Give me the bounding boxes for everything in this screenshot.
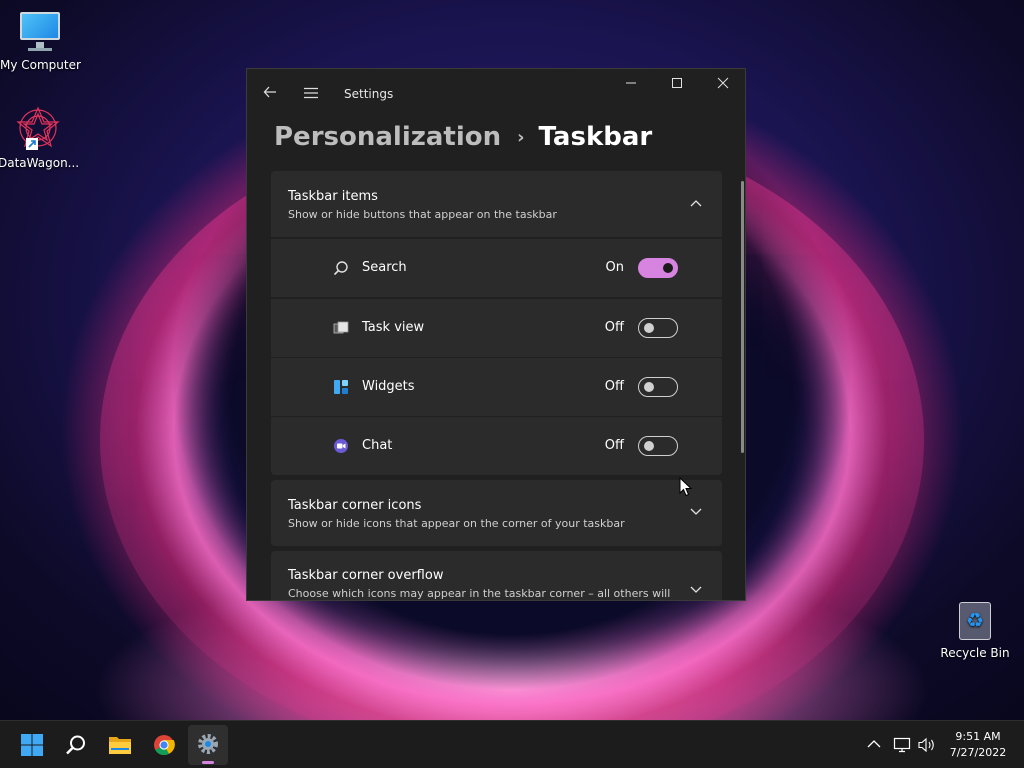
card-title: Taskbar corner overflow [288, 568, 444, 583]
network-button[interactable] [890, 721, 914, 768]
setting-row-search: Search On [271, 239, 722, 297]
page-title: Taskbar [538, 122, 653, 152]
taskbar-corner-overflow-card[interactable]: Taskbar corner overflow Choose which ico… [271, 551, 722, 600]
card-subtitle: Show or hide icons that appear on the co… [288, 517, 625, 530]
desktop-icon-recycle-bin[interactable]: ♻ Recycle Bin [935, 598, 1015, 660]
settings-taskbar-button[interactable] [188, 725, 228, 765]
network-icon [893, 737, 911, 753]
back-button[interactable] [255, 79, 285, 109]
chat-icon [333, 438, 349, 454]
clock-time: 9:51 AM [955, 730, 1001, 743]
app-title: Settings [344, 87, 394, 101]
back-arrow-icon [263, 86, 276, 98]
desktop-icon-label: DataWagon... [0, 156, 80, 170]
widgets-toggle[interactable] [638, 377, 678, 397]
recycle-bin-icon: ♻ [955, 598, 995, 642]
chrome-button[interactable] [144, 725, 184, 765]
computer-icon [18, 10, 62, 54]
desktop-icon-label: My Computer [0, 58, 81, 72]
chevron-down-icon[interactable] [688, 583, 704, 599]
clock[interactable]: 9:51 AM 7/27/2022 [940, 729, 1016, 761]
toggle-state-label: On [605, 260, 624, 275]
card-subtitle: Choose which icons may appear in the tas… [288, 587, 671, 600]
setting-row-widgets: Widgets Off [271, 358, 722, 416]
task-view-toggle[interactable] [638, 318, 678, 338]
chevron-up-icon [867, 740, 881, 748]
breadcrumb: Personalization › Taskbar [274, 117, 652, 157]
hamburger-icon [304, 87, 318, 99]
start-icon [21, 734, 43, 756]
toggle-state-label: Off [604, 320, 624, 335]
close-button[interactable] [700, 69, 745, 101]
menu-button[interactable] [296, 79, 326, 109]
close-icon [717, 77, 729, 89]
row-label: Widgets [362, 379, 415, 394]
desktop-icon-my-computer[interactable]: My Computer [0, 10, 81, 72]
file-explorer-button[interactable] [100, 725, 140, 765]
clock-date: 7/27/2022 [949, 746, 1007, 759]
taskbar-items-header[interactable]: Taskbar items Show or hide buttons that … [271, 171, 722, 237]
search-icon [66, 735, 85, 755]
settings-icon [198, 734, 218, 754]
toggle-state-label: Off [604, 438, 624, 453]
card-subtitle: Show or hide buttons that appear on the … [288, 208, 557, 221]
widgets-icon [333, 379, 349, 395]
breadcrumb-personalization[interactable]: Personalization [274, 122, 501, 152]
card-title: Taskbar items [288, 189, 378, 204]
search-icon [333, 260, 349, 276]
mouse-cursor-icon [679, 477, 693, 497]
setting-row-chat: Chat Off [271, 417, 722, 475]
row-label: Chat [362, 438, 393, 453]
chevron-down-icon[interactable] [688, 505, 704, 521]
chrome-icon [154, 735, 175, 756]
minimize-icon [626, 82, 636, 84]
show-hidden-icons-button[interactable] [862, 721, 886, 768]
taskbar: 9:51 AM 7/27/2022 [0, 720, 1024, 768]
settings-window: Settings Personalization › Taskbar Taskb… [246, 68, 746, 601]
title-bar: Settings [247, 69, 745, 119]
desktop-icon-datawagon[interactable]: DataWagon... [0, 104, 80, 170]
taskbar-corner-icons-card[interactable]: Taskbar corner icons Show or hide icons … [271, 480, 722, 546]
desktop-icon-label: Recycle Bin [940, 646, 1010, 660]
maximize-icon [672, 78, 682, 88]
search-toggle[interactable] [638, 258, 678, 278]
taskbar-search-button[interactable] [56, 725, 96, 765]
task-view-icon [333, 320, 349, 336]
setting-row-task-view: Task view Off [271, 299, 722, 357]
file-explorer-icon [109, 737, 131, 754]
breadcrumb-separator-icon: › [517, 126, 525, 148]
start-button[interactable] [12, 725, 52, 765]
chevron-up-icon[interactable] [688, 196, 704, 212]
card-title: Taskbar corner icons [288, 498, 422, 513]
toggle-state-label: Off [604, 379, 624, 394]
datawagon-icon [14, 104, 62, 152]
volume-icon [918, 737, 934, 753]
row-label: Search [362, 260, 407, 275]
active-app-indicator [202, 761, 214, 764]
vertical-scrollbar[interactable] [741, 181, 744, 453]
chat-toggle[interactable] [638, 436, 678, 456]
minimize-button[interactable] [608, 69, 654, 101]
row-label: Task view [362, 320, 425, 335]
maximize-button[interactable] [654, 69, 700, 101]
volume-button[interactable] [914, 721, 940, 768]
